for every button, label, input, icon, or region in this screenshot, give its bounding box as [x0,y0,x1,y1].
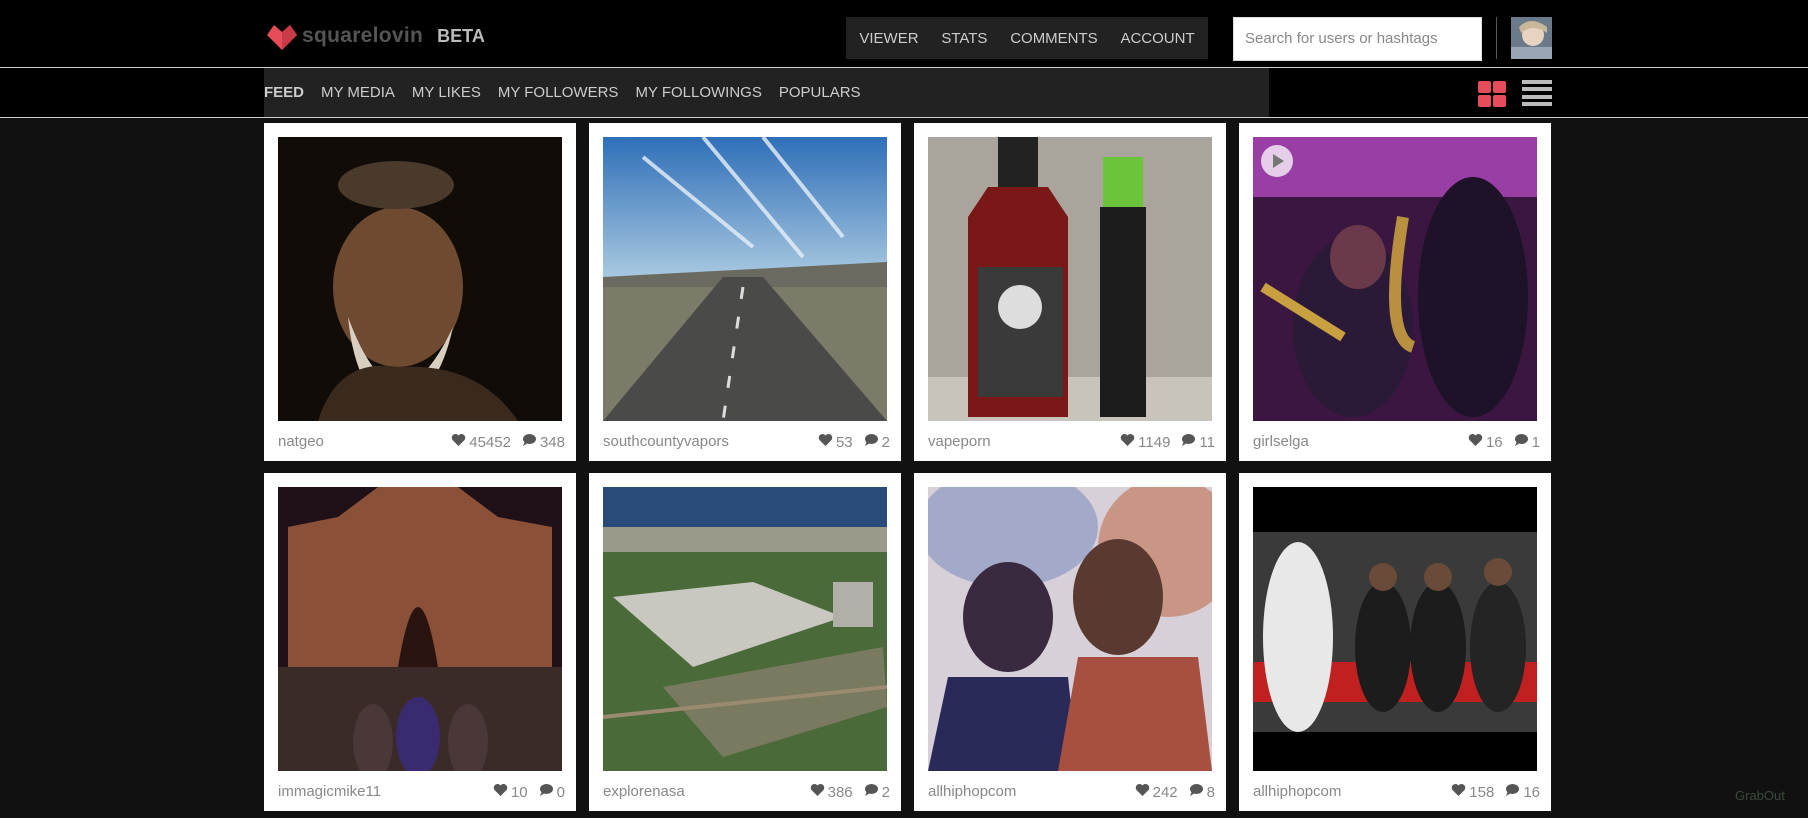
post-card[interactable]: immagicmike11 10 0 [264,473,576,811]
nav-viewer[interactable]: VIEWER [859,30,918,47]
post-username[interactable]: girlselga [1253,433,1309,450]
logo[interactable]: squarelovin BETA [264,20,485,52]
post-stats: 242 8 [1135,783,1215,801]
post-card[interactable]: explorenasa 386 2 [589,473,901,811]
comments-count: 0 [556,783,565,801]
likes-count: 45452 [469,433,511,451]
comment-icon [1513,433,1529,451]
post-username[interactable]: southcountyvapors [603,433,729,450]
post-username[interactable]: allhiphopcom [928,783,1016,800]
likes-count: 53 [835,433,853,451]
likes-count: 386 [827,783,853,801]
search-divider [1496,17,1497,59]
heart-icon [493,783,508,801]
comments-count: 2 [881,783,890,801]
post-card[interactable]: vapeporn 1149 11 [914,123,1226,461]
tab-populars[interactable]: POPULARS [779,84,861,101]
list-view-icon[interactable] [1522,80,1552,106]
comment-icon [538,783,554,801]
post-username[interactable]: natgeo [278,433,324,450]
comments-count: 2 [881,433,890,451]
sub-bar-divider [0,117,1808,118]
tab-my-likes[interactable]: MY LIKES [412,84,481,101]
comments-count: 16 [1523,783,1540,801]
post-image[interactable] [928,487,1212,771]
post-username[interactable]: immagicmike11 [278,783,381,800]
post-stats: 158 16 [1451,783,1540,801]
post-username[interactable]: allhiphopcom [1253,783,1341,800]
post-card[interactable]: allhiphopcom 242 8 [914,473,1226,811]
heart-icon [818,433,833,451]
post-card[interactable]: natgeo 45452 348 [264,123,576,461]
post-image[interactable] [603,487,887,771]
post-username[interactable]: explorenasa [603,783,685,800]
heart-icon [1135,783,1150,801]
post-image[interactable] [1253,137,1537,421]
post-image[interactable] [603,137,887,421]
comment-icon [863,433,879,451]
likes-count: 242 [1152,783,1178,801]
post-stats: 1149 11 [1120,433,1215,451]
play-video-icon[interactable] [1261,145,1293,177]
likes-count: 1149 [1138,433,1171,451]
top-nav: VIEWER STATS COMMENTS ACCOUNT [846,17,1208,59]
post-card[interactable]: southcountyvapors 53 2 [589,123,901,461]
search-input[interactable]: Search for users or hashtags [1233,17,1482,61]
post-stats: 10 0 [493,783,565,801]
likes-count: 158 [1469,783,1495,801]
comment-icon [863,783,879,801]
beta-label: BETA [437,25,485,46]
comments-count: 8 [1206,783,1215,801]
comments-count: 1 [1531,433,1540,451]
heart-icon [1468,433,1483,451]
grid-view-icon[interactable] [1478,81,1506,107]
post-image[interactable] [278,137,562,421]
heart-logo-icon [264,20,300,52]
comment-icon [1188,783,1204,801]
post-stats: 16 1 [1468,433,1540,451]
tab-feed[interactable]: FEED [264,84,304,101]
post-username[interactable]: vapeporn [928,433,991,450]
post-card[interactable]: allhiphopcom 158 16 [1239,473,1551,811]
post-image[interactable] [928,137,1212,421]
comments-count: 11 [1199,433,1215,451]
heart-icon [1120,433,1135,451]
comments-count: 348 [539,433,565,451]
tab-my-media[interactable]: MY MEDIA [321,84,395,101]
comment-icon [521,433,537,451]
post-card[interactable]: girlselga 16 1 [1239,123,1551,461]
post-image[interactable] [1253,487,1537,771]
watermark: GrabOut [1735,788,1785,803]
avatar[interactable] [1511,17,1552,59]
tab-my-followers[interactable]: MY FOLLOWERS [498,84,619,101]
post-stats: 45452 348 [451,433,565,451]
post-stats: 53 2 [818,433,890,451]
nav-comments[interactable]: COMMENTS [1010,30,1098,47]
post-image[interactable] [278,487,562,771]
sub-nav: FEED MY MEDIA MY LIKES MY FOLLOWERS MY F… [264,68,1269,117]
heart-icon [451,433,466,451]
comment-icon [1504,783,1520,801]
nav-account[interactable]: ACCOUNT [1120,30,1194,47]
comment-icon [1180,433,1196,451]
heart-icon [810,783,825,801]
likes-count: 16 [1485,433,1503,451]
likes-count: 10 [510,783,528,801]
logo-text: squarelovin [302,24,424,47]
tab-my-followings[interactable]: MY FOLLOWINGS [635,84,761,101]
heart-icon [1451,783,1466,801]
post-stats: 386 2 [810,783,890,801]
nav-stats[interactable]: STATS [941,30,987,47]
